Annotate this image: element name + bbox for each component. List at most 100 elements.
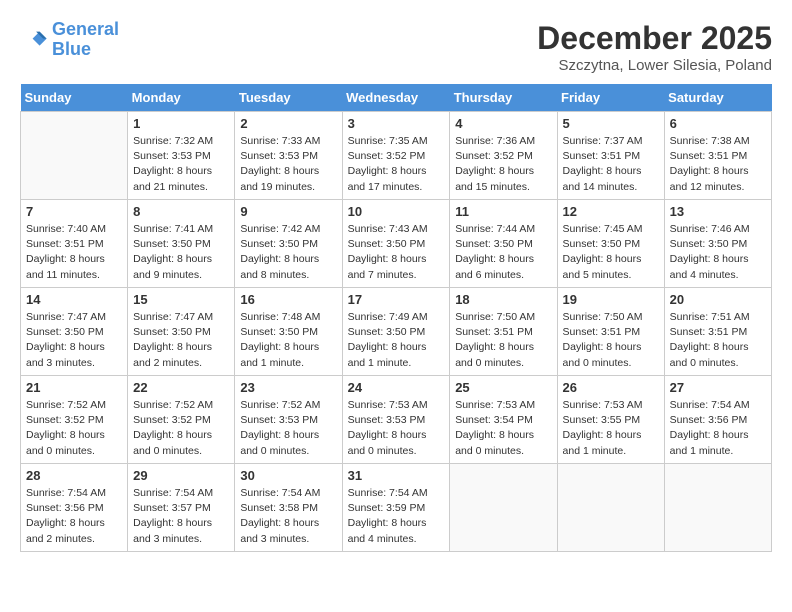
title-block: December 2025 Szczytna, Lower Silesia, P… [537,20,772,74]
day-number: 27 [670,380,766,395]
day-number: 1 [133,116,229,131]
calendar-cell [21,112,128,200]
calendar-cell: 15 Sunrise: 7:47 AMSunset: 3:50 PMDayligh… [128,288,235,376]
calendar-cell [557,464,664,552]
location: Szczytna, Lower Silesia, Poland [537,57,772,74]
day-number: 23 [240,380,336,395]
day-number: 11 [455,204,551,219]
day-number: 7 [26,204,122,219]
day-header-sunday: Sunday [21,84,128,112]
logo: General Blue [20,20,119,60]
calendar-cell: 18Sunrise: 7:50 AMSunset: 3:51 PMDayligh… [450,288,557,376]
calendar-cell: 29 Sunrise: 7:54 AMSunset: 3:57 PMDayligh… [128,464,235,552]
calendar-cell: 24Sunrise: 7:53 AMSunset: 3:53 PMDayligh… [342,376,450,464]
day-info: Sunrise: 7:54 AMSunset: 3:58 PMDaylight:… [240,486,336,547]
day-number: 28 [26,468,122,483]
calendar-cell: 4 Sunrise: 7:36 AMSunset: 3:52 PMDaylight… [450,112,557,200]
calendar-cell: 19Sunrise: 7:50 AMSunset: 3:51 PMDayligh… [557,288,664,376]
day-info: Sunrise: 7:38 AMSunset: 3:51 PMDaylight:… [670,134,766,195]
day-info: Sunrise: 7:48 AMSunset: 3:50 PMDaylight:… [240,310,336,371]
day-number: 22 [133,380,229,395]
day-info: Sunrise: 7:41 AMSunset: 3:50 PMDaylight:… [133,222,229,283]
day-number: 2 [240,116,336,131]
calendar-week-row: 1 Sunrise: 7:32 AMSunset: 3:53 PMDaylight… [21,112,772,200]
day-header-saturday: Saturday [664,84,771,112]
day-info: Sunrise: 7:32 AMSunset: 3:53 PMDaylight:… [133,134,229,195]
day-number: 25 [455,380,551,395]
day-header-monday: Monday [128,84,235,112]
calendar-cell: 27 Sunrise: 7:54 AMSunset: 3:56 PMDayligh… [664,376,771,464]
page-header: General Blue December 2025 Szczytna, Low… [20,20,772,74]
day-info: Sunrise: 7:54 AMSunset: 3:57 PMDaylight:… [133,486,229,547]
day-info: Sunrise: 7:52 AMSunset: 3:52 PMDaylight:… [26,398,122,459]
day-number: 19 [563,292,659,307]
day-info: Sunrise: 7:35 AMSunset: 3:52 PMDaylight:… [348,134,445,195]
calendar-cell: 8Sunrise: 7:41 AMSunset: 3:50 PMDaylight… [128,200,235,288]
calendar-cell: 20 Sunrise: 7:51 AMSunset: 3:51 PMDayligh… [664,288,771,376]
day-number: 3 [348,116,445,131]
day-info: Sunrise: 7:53 AMSunset: 3:55 PMDaylight:… [563,398,659,459]
day-number: 5 [563,116,659,131]
logo-text: General Blue [52,20,119,60]
calendar-cell: 3 Sunrise: 7:35 AMSunset: 3:52 PMDaylight… [342,112,450,200]
logo-icon [20,26,48,54]
day-number: 9 [240,204,336,219]
day-number: 15 [133,292,229,307]
calendar-week-row: 21 Sunrise: 7:52 AMSunset: 3:52 PMDayligh… [21,376,772,464]
calendar-cell: 5 Sunrise: 7:37 AMSunset: 3:51 PMDaylight… [557,112,664,200]
day-info: Sunrise: 7:43 AMSunset: 3:50 PMDaylight:… [348,222,445,283]
day-info: Sunrise: 7:54 AMSunset: 3:56 PMDaylight:… [670,398,766,459]
calendar-cell: 25 Sunrise: 7:53 AMSunset: 3:54 PMDayligh… [450,376,557,464]
calendar-cell: 11 Sunrise: 7:44 AMSunset: 3:50 PMDayligh… [450,200,557,288]
calendar-cell: 26 Sunrise: 7:53 AMSunset: 3:55 PMDayligh… [557,376,664,464]
calendar-cell: 17 Sunrise: 7:49 AMSunset: 3:50 PMDayligh… [342,288,450,376]
calendar-cell: 21 Sunrise: 7:52 AMSunset: 3:52 PMDayligh… [21,376,128,464]
day-info: Sunrise: 7:36 AMSunset: 3:52 PMDaylight:… [455,134,551,195]
day-info: Sunrise: 7:54 AMSunset: 3:59 PMDaylight:… [348,486,445,547]
day-info: Sunrise: 7:51 AMSunset: 3:51 PMDaylight:… [670,310,766,371]
calendar-cell: 9 Sunrise: 7:42 AMSunset: 3:50 PMDaylight… [235,200,342,288]
calendar-cell: 30Sunrise: 7:54 AMSunset: 3:58 PMDayligh… [235,464,342,552]
calendar-cell [664,464,771,552]
day-info: Sunrise: 7:53 AMSunset: 3:53 PMDaylight:… [348,398,445,459]
calendar-week-row: 7 Sunrise: 7:40 AMSunset: 3:51 PMDaylight… [21,200,772,288]
day-number: 29 [133,468,229,483]
calendar-cell: 14 Sunrise: 7:47 AMSunset: 3:50 PMDayligh… [21,288,128,376]
calendar-cell: 12Sunrise: 7:45 AMSunset: 3:50 PMDayligh… [557,200,664,288]
day-info: Sunrise: 7:47 AMSunset: 3:50 PMDaylight:… [133,310,229,371]
day-number: 26 [563,380,659,395]
day-number: 4 [455,116,551,131]
day-info: Sunrise: 7:47 AMSunset: 3:50 PMDaylight:… [26,310,122,371]
day-header-tuesday: Tuesday [235,84,342,112]
calendar-cell [450,464,557,552]
day-info: Sunrise: 7:37 AMSunset: 3:51 PMDaylight:… [563,134,659,195]
day-info: Sunrise: 7:44 AMSunset: 3:50 PMDaylight:… [455,222,551,283]
calendar-cell: 10 Sunrise: 7:43 AMSunset: 3:50 PMDayligh… [342,200,450,288]
day-info: Sunrise: 7:50 AMSunset: 3:51 PMDaylight:… [455,310,551,371]
calendar-week-row: 14 Sunrise: 7:47 AMSunset: 3:50 PMDayligh… [21,288,772,376]
day-number: 20 [670,292,766,307]
day-number: 17 [348,292,445,307]
calendar-cell: 7 Sunrise: 7:40 AMSunset: 3:51 PMDaylight… [21,200,128,288]
day-info: Sunrise: 7:54 AMSunset: 3:56 PMDaylight:… [26,486,122,547]
day-number: 21 [26,380,122,395]
calendar-table: SundayMondayTuesdayWednesdayThursdayFrid… [20,84,772,552]
day-number: 14 [26,292,122,307]
day-info: Sunrise: 7:40 AMSunset: 3:51 PMDaylight:… [26,222,122,283]
calendar-cell: 6 Sunrise: 7:38 AMSunset: 3:51 PMDaylight… [664,112,771,200]
day-info: Sunrise: 7:53 AMSunset: 3:54 PMDaylight:… [455,398,551,459]
day-info: Sunrise: 7:52 AMSunset: 3:53 PMDaylight:… [240,398,336,459]
calendar-cell: 2 Sunrise: 7:33 AMSunset: 3:53 PMDaylight… [235,112,342,200]
day-number: 10 [348,204,445,219]
day-info: Sunrise: 7:42 AMSunset: 3:50 PMDaylight:… [240,222,336,283]
calendar-week-row: 28 Sunrise: 7:54 AMSunset: 3:56 PMDayligh… [21,464,772,552]
day-info: Sunrise: 7:52 AMSunset: 3:52 PMDaylight:… [133,398,229,459]
day-info: Sunrise: 7:49 AMSunset: 3:50 PMDaylight:… [348,310,445,371]
calendar-cell: 23 Sunrise: 7:52 AMSunset: 3:53 PMDayligh… [235,376,342,464]
day-number: 6 [670,116,766,131]
calendar-cell: 13Sunrise: 7:46 AMSunset: 3:50 PMDayligh… [664,200,771,288]
day-info: Sunrise: 7:33 AMSunset: 3:53 PMDaylight:… [240,134,336,195]
calendar-header-row: SundayMondayTuesdayWednesdayThursdayFrid… [21,84,772,112]
calendar-cell: 22 Sunrise: 7:52 AMSunset: 3:52 PMDayligh… [128,376,235,464]
month-title: December 2025 [537,20,772,57]
